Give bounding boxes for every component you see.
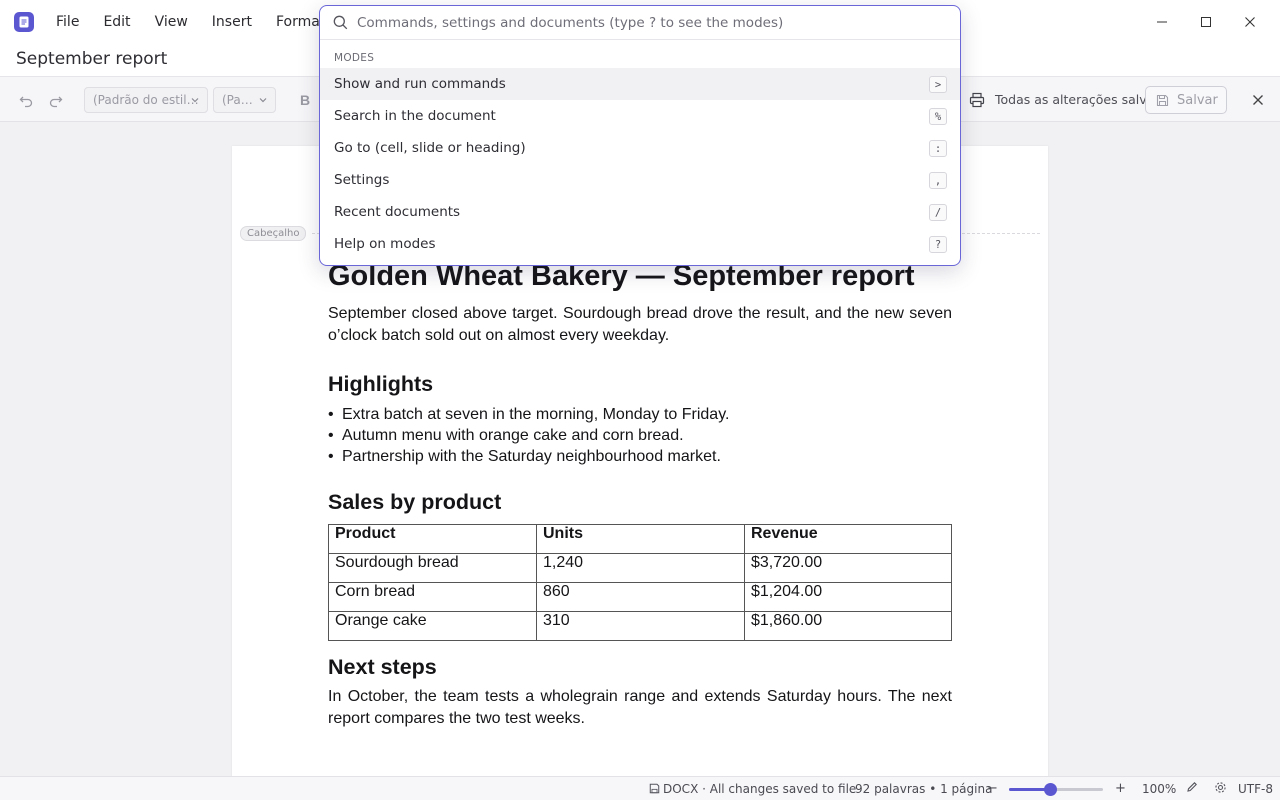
next-steps-paragraph: In October, the team tests a wholegrain … [328,688,952,727]
settings-gear-icon[interactable] [1214,781,1227,797]
palette-item-search-document[interactable]: Search in the document % [320,100,960,132]
menu-format[interactable]: Forma [276,14,320,30]
table-header-row: Product Units Revenue [328,524,952,554]
undo-icon[interactable] [16,90,36,110]
close-window-icon[interactable] [1228,0,1272,44]
sales-table[interactable]: Product Units Revenue Sourdough bread 1,… [328,524,952,641]
table-cell: 310 [536,611,745,641]
maximize-icon[interactable] [1184,0,1228,44]
command-palette: MODES Show and run commands > Search in … [319,5,961,266]
table-header: Revenue [744,524,952,554]
palette-item-show-commands[interactable]: Show and run commands > [320,68,960,100]
save-status: Todas as alterações salvas [995,92,1161,107]
chevron-down-icon [259,98,267,103]
paragraph-style-select[interactable]: (Padrão do estil… [84,87,208,113]
palette-item-settings[interactable]: Settings , [320,164,960,196]
palette-section-label: MODES [334,52,375,64]
save-button[interactable]: Salvar [1145,86,1227,114]
shortcut-key: % [929,108,947,125]
table-cell: $1,860.00 [744,611,952,641]
save-button-label: Salvar [1177,92,1218,108]
menu-file[interactable]: File [56,14,79,30]
palette-item-recent-documents[interactable]: Recent documents / [320,196,960,228]
menu-bar: File Edit View Insert Forma [56,0,344,44]
intro-paragraph: September closed above target. Sourdough… [328,305,952,344]
palette-item-help-modes[interactable]: Help on modes ? [320,228,960,260]
table-row: Corn bread 860 $1,204.00 [328,582,952,612]
table-cell: 1,240 [536,553,745,583]
encoding-indicator[interactable]: UTF-8 [1238,782,1273,796]
palette-item-label: Go to (cell, slide or heading) [334,140,526,156]
table-cell: Sourdough bread [328,553,537,583]
bold-icon[interactable]: B [295,90,315,110]
table-row: Sourdough bread 1,240 $3,720.00 [328,553,952,583]
zoom-slider[interactable] [1009,783,1103,796]
table-cell: Corn bread [328,582,537,612]
header-tag[interactable]: Cabeçalho [240,226,307,241]
list-item: • Partnership with the Saturday neighbour… [328,448,721,465]
font-select-value: (Pa… [222,93,253,107]
search-icon [333,15,348,30]
font-select[interactable]: (Pa… [213,87,276,113]
zoom-in-icon[interactable]: + [1115,781,1126,796]
shortcut-key: / [929,204,947,221]
palette-search-input[interactable] [357,12,947,34]
table-cell: $1,204.00 [744,582,952,612]
table-cell: 860 [536,582,745,612]
palette-mode-list: Show and run commands > Search in the do… [320,68,960,260]
file-format-status[interactable]: DOCX · All changes saved to file [649,782,856,796]
shortcut-key: > [929,76,947,93]
palette-item-go-to[interactable]: Go to (cell, slide or heading) : [320,132,960,164]
close-document-icon[interactable] [1248,90,1268,110]
word-count: 92 palavras • 1 página [855,782,993,796]
palette-item-label: Search in the document [334,108,496,124]
list-item: • Autumn menu with orange cake and corn b… [328,427,684,444]
list-item: • Extra batch at seven in the morning, Mo… [328,406,730,423]
palette-search-bar [320,6,960,40]
table-header: Product [328,524,537,554]
redo-icon[interactable] [46,90,66,110]
menu-edit[interactable]: Edit [103,14,130,30]
document-title[interactable]: September report [16,49,167,69]
table-row: Orange cake 310 $1,860.00 [328,611,952,641]
shortcut-key: , [929,172,947,189]
sales-heading: Sales by product [328,490,502,514]
floppy-disk-icon [1156,94,1169,106]
table-cell: Orange cake [328,611,537,641]
table-header: Units [536,524,745,554]
palette-item-label: Recent documents [334,204,461,220]
edit-mode-icon[interactable] [1186,781,1198,796]
app-logo-icon[interactable] [14,12,34,32]
zoom-slider-thumb[interactable] [1044,783,1057,796]
window-controls [1140,0,1272,44]
shortcut-key: : [929,140,947,157]
highlights-list: • Extra batch at seven in the morning, Mo… [328,404,952,467]
highlights-heading: Highlights [328,372,434,396]
floppy-disk-icon [649,783,660,794]
document-body[interactable]: Golden Wheat Bakery — September report S… [328,256,952,729]
print-icon[interactable] [967,90,987,110]
shortcut-key: ? [929,236,947,253]
zoom-out-icon[interactable]: − [987,781,998,796]
menu-view[interactable]: View [155,14,188,30]
menu-insert[interactable]: Insert [212,14,252,30]
chevron-down-icon [191,98,199,103]
file-status-text: DOCX · All changes saved to file [663,782,857,796]
palette-item-label: Help on modes [334,236,436,252]
zoom-level[interactable]: 100% [1142,782,1176,796]
table-cell: $3,720.00 [744,553,952,583]
next-steps-heading: Next steps [328,655,437,679]
status-bar: DOCX · All changes saved to file 92 pala… [0,776,1280,800]
minimize-icon[interactable] [1140,0,1184,44]
palette-item-label: Settings [334,172,390,188]
palette-item-label: Show and run commands [334,76,506,92]
paragraph-style-value: (Padrão do estil… [93,93,199,107]
